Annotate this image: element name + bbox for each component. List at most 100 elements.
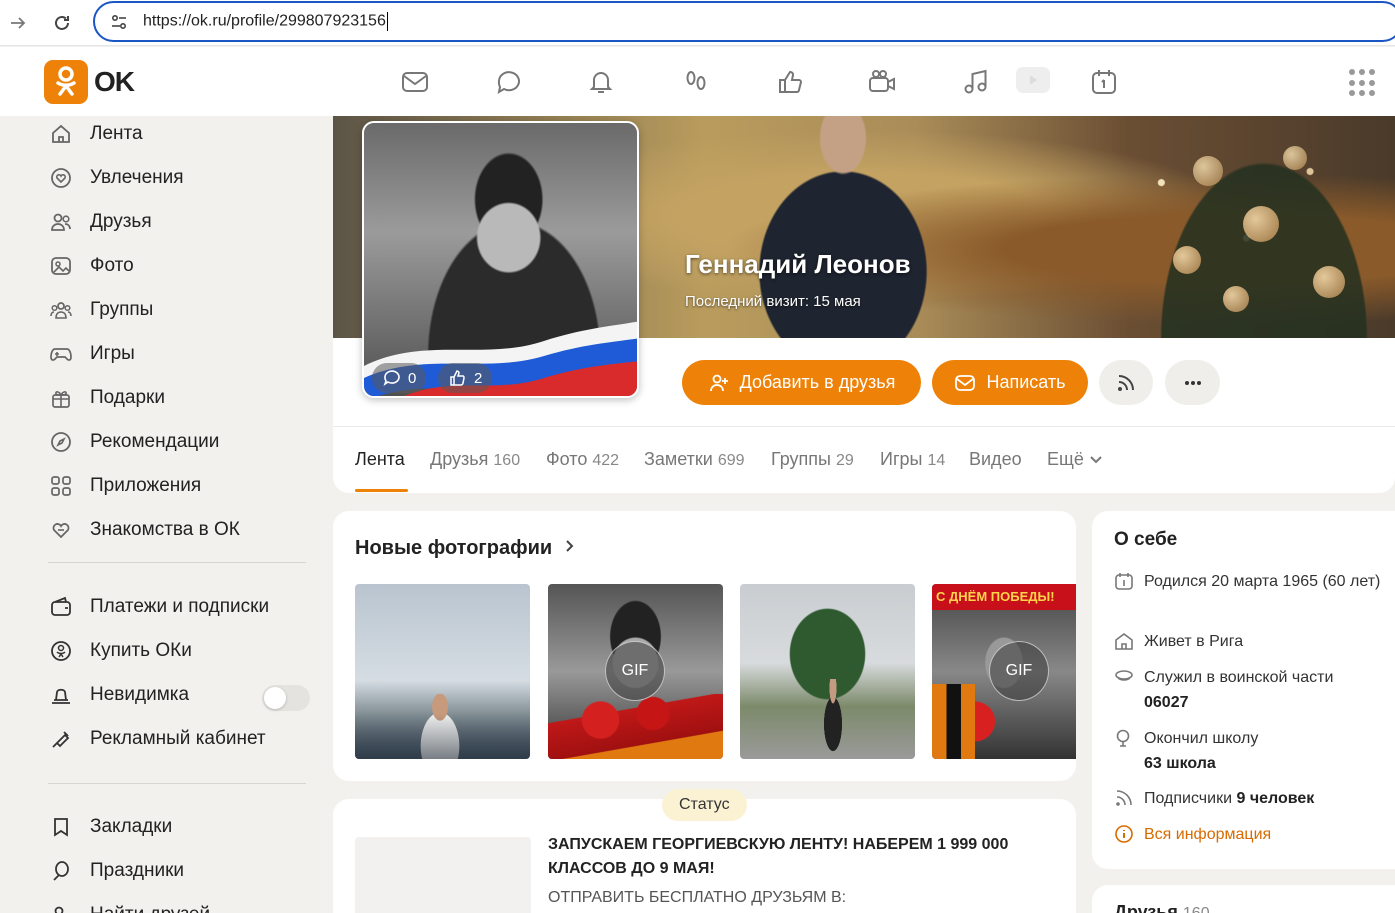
sidebar-item-friends[interactable]: Друзья [48,208,152,236]
profile-avatar[interactable]: 0 2 [362,121,639,398]
gif-thumbnail[interactable]: GIF [548,584,723,759]
sidebar-item-label: Фото [90,255,134,276]
sidebar-item-label: Рекламный кабинет [90,728,266,749]
holidays-button[interactable] [1088,66,1120,98]
groups-icon [48,297,74,323]
add-friend-button[interactable]: Добавить в друзья [682,360,921,405]
apps-icon [48,473,74,499]
gift-icon [48,385,74,411]
tab-feed[interactable]: Лента [355,449,405,470]
sidebar-item-label: Невидимка [90,684,190,705]
victory-day-banner: С ДНЁМ ПОБЕДЫ! [932,584,1076,610]
ellipsis-icon [1184,380,1201,385]
browser-toolbar: https://ok.ru/profile/299807923156 [0,0,1395,46]
sidebar-item-find-friends[interactable]: Найти друзей [48,901,210,913]
sidebar-item-hobbies[interactable]: Увлечения [48,164,184,192]
about-card: О себе Родился 20 марта 1965 (60 лет) Жи… [1092,511,1395,869]
thumb-up-icon [450,370,465,386]
ads-icon [48,726,74,752]
bookmark-icon [48,814,74,840]
profile-card: Геннадий Леонов Последний визит: 15 мая … [333,116,1395,493]
ok-logo-icon [44,60,88,104]
guests-button[interactable] [680,66,712,98]
ok-logo[interactable]: OK [44,60,135,104]
about-school: Окончил школу 63 школа [1114,726,1384,776]
status-image-placeholder[interactable] [355,837,531,913]
avatar-likes-badge[interactable]: 2 [438,363,493,393]
all-info-link[interactable]: Вся информация [1114,822,1384,847]
sidebar-item-apps[interactable]: Приложения [48,472,201,500]
gif-badge: GIF [989,641,1049,701]
sidebar-item-payments[interactable]: Платежи и подписки [48,593,269,621]
sidebar-item-recommendations[interactable]: Рекомендации [48,428,219,456]
tab-notes[interactable]: Заметки 699 [644,449,745,470]
apps-grid-icon[interactable] [1349,69,1377,97]
status-title[interactable]: ЗАПУСКАЕМ ГЕОРГИЕВСКУЮ ЛЕНТУ! НАБЕРЕМ 1 … [548,833,1048,881]
profile-name: Геннадий Леонов [685,249,911,279]
discussions-button[interactable] [493,66,525,98]
sidebar-item-gifts[interactable]: Подарки [48,384,165,412]
sidebar-item-label: Лента [90,123,143,144]
friends-block-title[interactable]: Друзья 160 [1114,902,1210,913]
more-actions-button[interactable] [1165,360,1220,405]
sidebar-item-dating[interactable]: Знакомства в ОК [48,516,240,544]
forward-button[interactable] [3,8,33,38]
tab-more[interactable]: Ещё [1047,449,1103,470]
coin-icon [48,638,74,664]
sidebar-item-buy-ok[interactable]: Купить ОКи [48,637,192,665]
home-icon [48,121,74,147]
about-subscribers[interactable]: Подписчики 9 человек [1114,786,1384,811]
photo-icon [48,253,74,279]
sidebar-item-label: Купить ОКи [90,640,192,661]
sidebar-item-feed[interactable]: Лента [48,120,143,148]
photo-thumbnail[interactable] [740,584,915,759]
about-title: О себе [1114,529,1178,550]
photo-thumbnail[interactable] [355,584,530,759]
reload-button[interactable] [47,8,77,38]
sidebar-divider [48,783,306,784]
chat-bubble-icon [497,71,520,95]
sidebar-item-ads[interactable]: Рекламный кабинет [48,725,266,753]
gif-thumbnail[interactable]: С ДНЁМ ПОБЕДЫ! GIF [932,584,1076,759]
sidebar-item-invisible[interactable]: Невидимка [48,681,189,709]
events-button[interactable] [774,66,806,98]
footprints-icon [686,71,706,90]
active-tab-indicator [355,489,408,492]
friends-icon [48,209,74,235]
about-served: Служил в воинской части 06027 [1114,665,1384,715]
envelope-icon [402,72,428,92]
address-bar[interactable]: https://ok.ru/profile/299807923156 [93,1,1395,42]
wallet-icon [48,594,74,620]
site-settings-icon[interactable] [109,12,129,32]
messages-button[interactable] [399,66,431,98]
sidebar-item-photo[interactable]: Фото [48,252,134,280]
tab-photo[interactable]: Фото 422 [546,449,619,470]
new-photos-title[interactable]: Новые фотографии [355,537,576,560]
tab-friends[interactable]: Друзья 160 [430,449,520,470]
sidebar-item-groups[interactable]: Группы [48,296,153,324]
avatar-comments-badge[interactable]: 0 [372,363,427,393]
sidebar-item-games[interactable]: Игры [48,340,135,368]
balloon-icon [48,858,74,884]
url-text[interactable]: https://ok.ru/profile/299807923156 [143,12,388,31]
status-badge: Статус [662,789,747,821]
sidebar-item-bookmarks[interactable]: Закладки [48,813,172,841]
write-message-button[interactable]: Написать [932,360,1088,405]
tab-games[interactable]: Игры 14 [880,449,945,470]
thumb-up-icon [779,70,803,93]
dating-icon [48,517,74,543]
video-player-button[interactable] [1016,67,1050,93]
tab-video[interactable]: Видео [969,449,1022,470]
music-button[interactable] [960,66,992,98]
info-icon [1114,824,1136,846]
tab-groups[interactable]: Группы 29 [771,449,854,470]
subscribe-button[interactable] [1099,360,1153,405]
sidebar-item-holidays[interactable]: Праздники [48,857,184,885]
sidebar-item-label: Увлечения [90,167,184,188]
invisible-toggle[interactable] [262,685,310,711]
cover-christmas-tree-image [1133,116,1395,338]
video-button[interactable] [866,66,898,98]
rss-icon [1118,374,1134,391]
notifications-button[interactable] [585,66,617,98]
sidebar-item-label: Платежи и подписки [90,596,270,617]
